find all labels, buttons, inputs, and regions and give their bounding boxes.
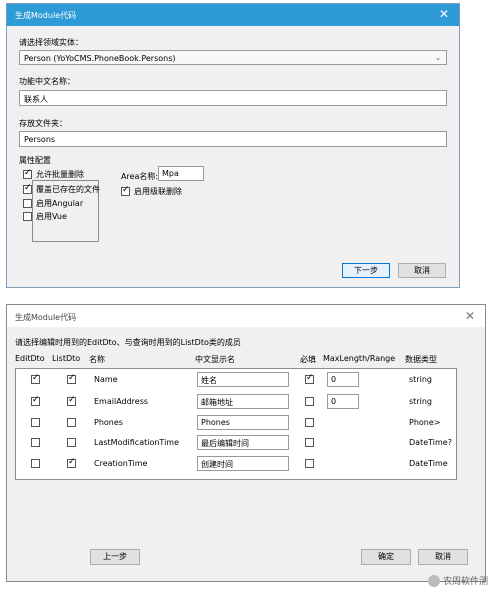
check-icon: ✓ <box>68 373 76 383</box>
row-email-maxlen-input[interactable]: 0 <box>327 394 359 409</box>
row-email-type: string <box>409 397 432 406</box>
row-name-required-checkbox[interactable]: ✓ <box>305 373 314 384</box>
row-email-listdto-checkbox[interactable]: ✓ <box>67 395 76 406</box>
row-name-editdto-checkbox[interactable]: ✓ <box>31 373 40 384</box>
entity-select-value: Person (YoYoCMS.PhoneBook.Persons) <box>24 54 176 63</box>
row-lastmod-display-input[interactable]: 最后编辑时间 <box>197 435 289 450</box>
row-phones-type: Phone> <box>409 418 441 427</box>
row-lastmod-required-checkbox[interactable] <box>305 438 314 447</box>
check-icon: ✓ <box>68 457 76 467</box>
header-editdto: EditDto <box>15 354 45 363</box>
vue-label: 启用Vue <box>36 212 67 221</box>
row-creation-required-checkbox[interactable] <box>305 459 314 468</box>
row-lastmod-editdto-checkbox[interactable] <box>31 438 40 447</box>
prev-button[interactable]: 上一步 <box>90 549 140 565</box>
row-phones-display-input[interactable]: Phones <box>197 415 289 430</box>
overwrite-label: 覆盖已存在的文件 <box>36 185 100 194</box>
angular-label: 启用Angular <box>36 199 84 208</box>
check-icon: ✓ <box>306 373 314 383</box>
area-value: Mpa <box>162 169 179 178</box>
check-icon: ✓ <box>68 395 76 405</box>
ok-button[interactable]: 确定 <box>361 549 411 565</box>
row-creation-display-input[interactable]: 创建时间 <box>197 456 289 471</box>
row-name-display-value: 姓名 <box>201 376 217 385</box>
entity-label: 请选择领域实体： <box>19 38 83 47</box>
row-creation-name: CreationTime <box>94 459 148 468</box>
cn-name-label: 功能中文名称： <box>19 77 75 86</box>
watermark-text: 农周软件测 <box>442 576 488 587</box>
props-group-label: 属性配置 <box>19 156 51 165</box>
vue-checkbox[interactable] <box>23 212 32 221</box>
batch-delete-label: 允许批量删除 <box>36 170 84 179</box>
header-maxlen: MaxLength/Range <box>323 354 396 363</box>
folder-value: Persons <box>24 135 56 144</box>
folder-label: 存放文件夹： <box>19 119 67 128</box>
angular-checkbox[interactable] <box>23 199 32 208</box>
row-phones-editdto-checkbox[interactable] <box>31 418 40 427</box>
row-lastmod-display-value: 最后编辑时间 <box>201 439 249 448</box>
row-email-editdto-checkbox[interactable]: ✓ <box>31 395 40 406</box>
row-name-name: Name <box>94 375 118 384</box>
wechat-icon <box>427 575 440 587</box>
entity-select[interactable]: Person (YoYoCMS.PhoneBook.Persons) ⌄ <box>19 50 447 65</box>
row-email-display-value: 邮箱地址 <box>201 398 233 407</box>
row-phones-name: Phones <box>94 418 123 427</box>
row-creation-display-value: 创建时间 <box>201 460 233 469</box>
overwrite-checkbox[interactable]: ✓ <box>23 183 32 194</box>
module-wizard-dialog-step1: 生成Module代码 ✕ 请选择领域实体： Person (YoYoCMS.Ph… <box>6 3 460 288</box>
header-name: 名称 <box>89 355 105 364</box>
module-wizard-dialog-step2: 生成Module代码 ✕ 请选择编辑时用到的EditDto、与查询时用到的Lis… <box>6 304 486 582</box>
row-creation-type: DateTime <box>409 459 448 468</box>
check-icon: ✓ <box>24 183 32 193</box>
close-icon[interactable]: ✕ <box>439 7 449 21</box>
row-name-type: string <box>409 375 432 384</box>
cn-name-value: 联系人 <box>24 95 48 104</box>
row-lastmod-name: LastModificationTime <box>94 438 180 447</box>
check-icon: ✓ <box>24 168 32 178</box>
check-icon: ✓ <box>122 185 130 195</box>
row-creation-listdto-checkbox[interactable]: ✓ <box>67 457 76 468</box>
chevron-down-icon: ⌄ <box>435 54 441 62</box>
dialog2-title: 生成Module代码 <box>15 313 77 322</box>
batch-delete-checkbox[interactable]: ✓ <box>23 168 32 179</box>
header-display: 中文显示名 <box>195 355 235 364</box>
cancel-button[interactable]: 取消 <box>398 263 446 278</box>
row-name-display-input[interactable]: 姓名 <box>197 372 289 387</box>
cn-name-input[interactable]: 联系人 <box>19 90 447 106</box>
area-label: Area名称: <box>121 172 159 181</box>
instruction-text: 请选择编辑时用到的EditDto、与查询时用到的ListDto类的成员 <box>15 338 241 347</box>
check-icon: ✓ <box>32 373 40 383</box>
row-phones-display-value: Phones <box>201 418 230 427</box>
watermark: 农周软件测 <box>427 574 488 587</box>
area-input[interactable]: Mpa <box>158 166 204 181</box>
header-type: 数据类型 <box>405 355 437 364</box>
row-phones-required-checkbox[interactable] <box>305 418 314 427</box>
cascade-delete-label: 启用级联删除 <box>134 187 182 196</box>
folder-input[interactable]: Persons <box>19 131 447 147</box>
row-email-required-checkbox[interactable] <box>305 397 314 406</box>
dialog1-titlebar: 生成Module代码 ✕ <box>7 4 459 26</box>
row-email-name: EmailAddress <box>94 397 149 406</box>
row-phones-listdto-checkbox[interactable] <box>67 418 76 427</box>
cascade-delete-checkbox[interactable]: ✓ <box>121 185 130 196</box>
row-lastmod-listdto-checkbox[interactable] <box>67 438 76 447</box>
cancel-button-2[interactable]: 取消 <box>418 549 468 565</box>
row-name-listdto-checkbox[interactable]: ✓ <box>67 373 76 384</box>
row-email-display-input[interactable]: 邮箱地址 <box>197 394 289 409</box>
dialog1-title: 生成Module代码 <box>15 11 77 20</box>
header-required: 必填 <box>300 355 316 364</box>
row-name-maxlen-value: 0 <box>331 375 337 384</box>
row-name-maxlen-input[interactable]: 0 <box>327 372 359 387</box>
header-listdto: ListDto <box>52 354 81 363</box>
next-button[interactable]: 下一步 <box>342 263 390 278</box>
row-lastmod-type: DateTime? <box>409 438 452 447</box>
row-email-maxlen-value: 0 <box>331 397 337 406</box>
close-icon[interactable]: ✕ <box>465 309 475 323</box>
row-creation-editdto-checkbox[interactable] <box>31 459 40 468</box>
dialog2-titlebar: 生成Module代码 ✕ <box>7 305 485 327</box>
check-icon: ✓ <box>32 395 40 405</box>
